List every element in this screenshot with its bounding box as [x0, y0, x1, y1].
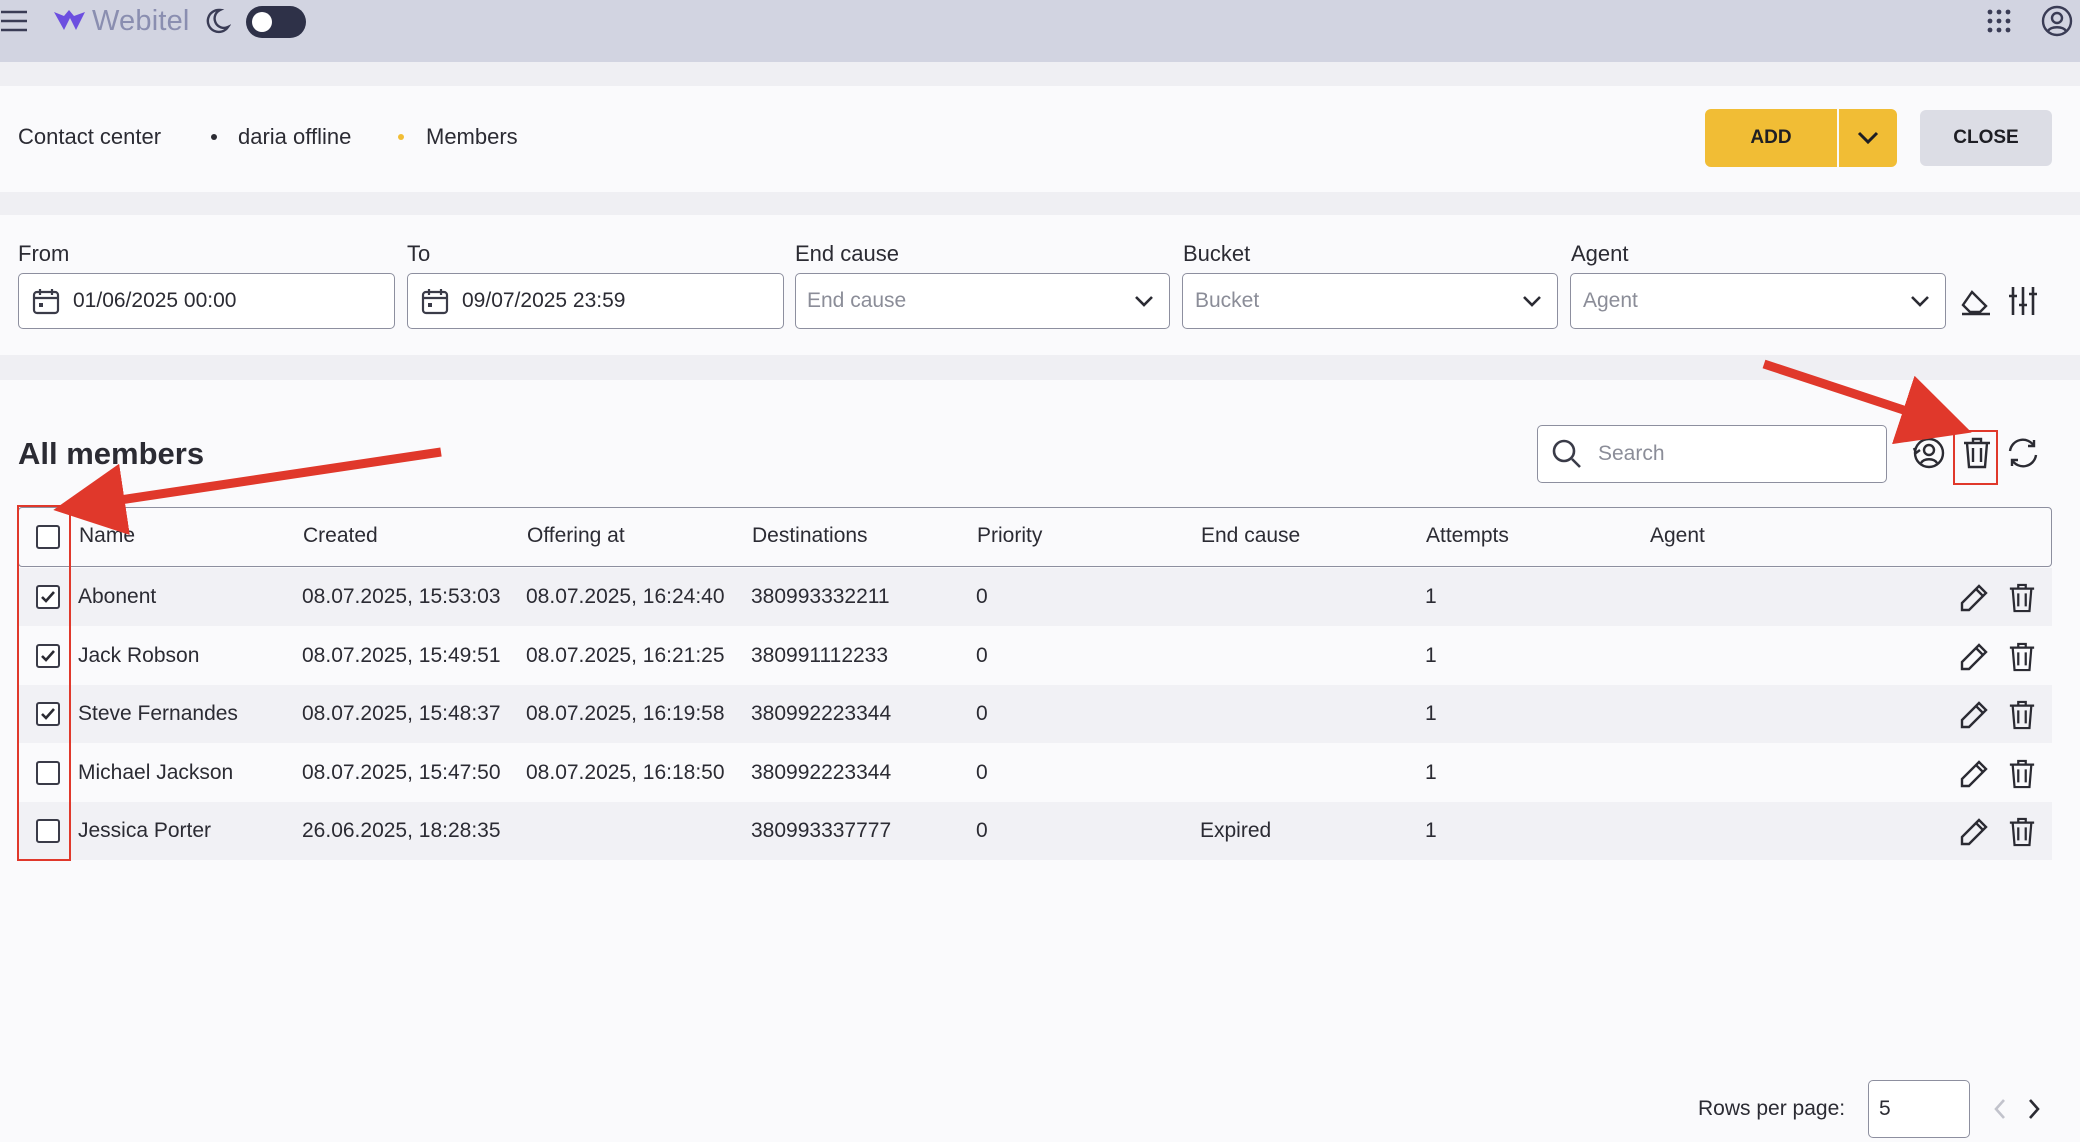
arrow-to-checkboxes: [53, 447, 442, 535]
annotation-arrows: [53, 359, 1972, 535]
arrow-to-delete: [1762, 359, 1972, 445]
